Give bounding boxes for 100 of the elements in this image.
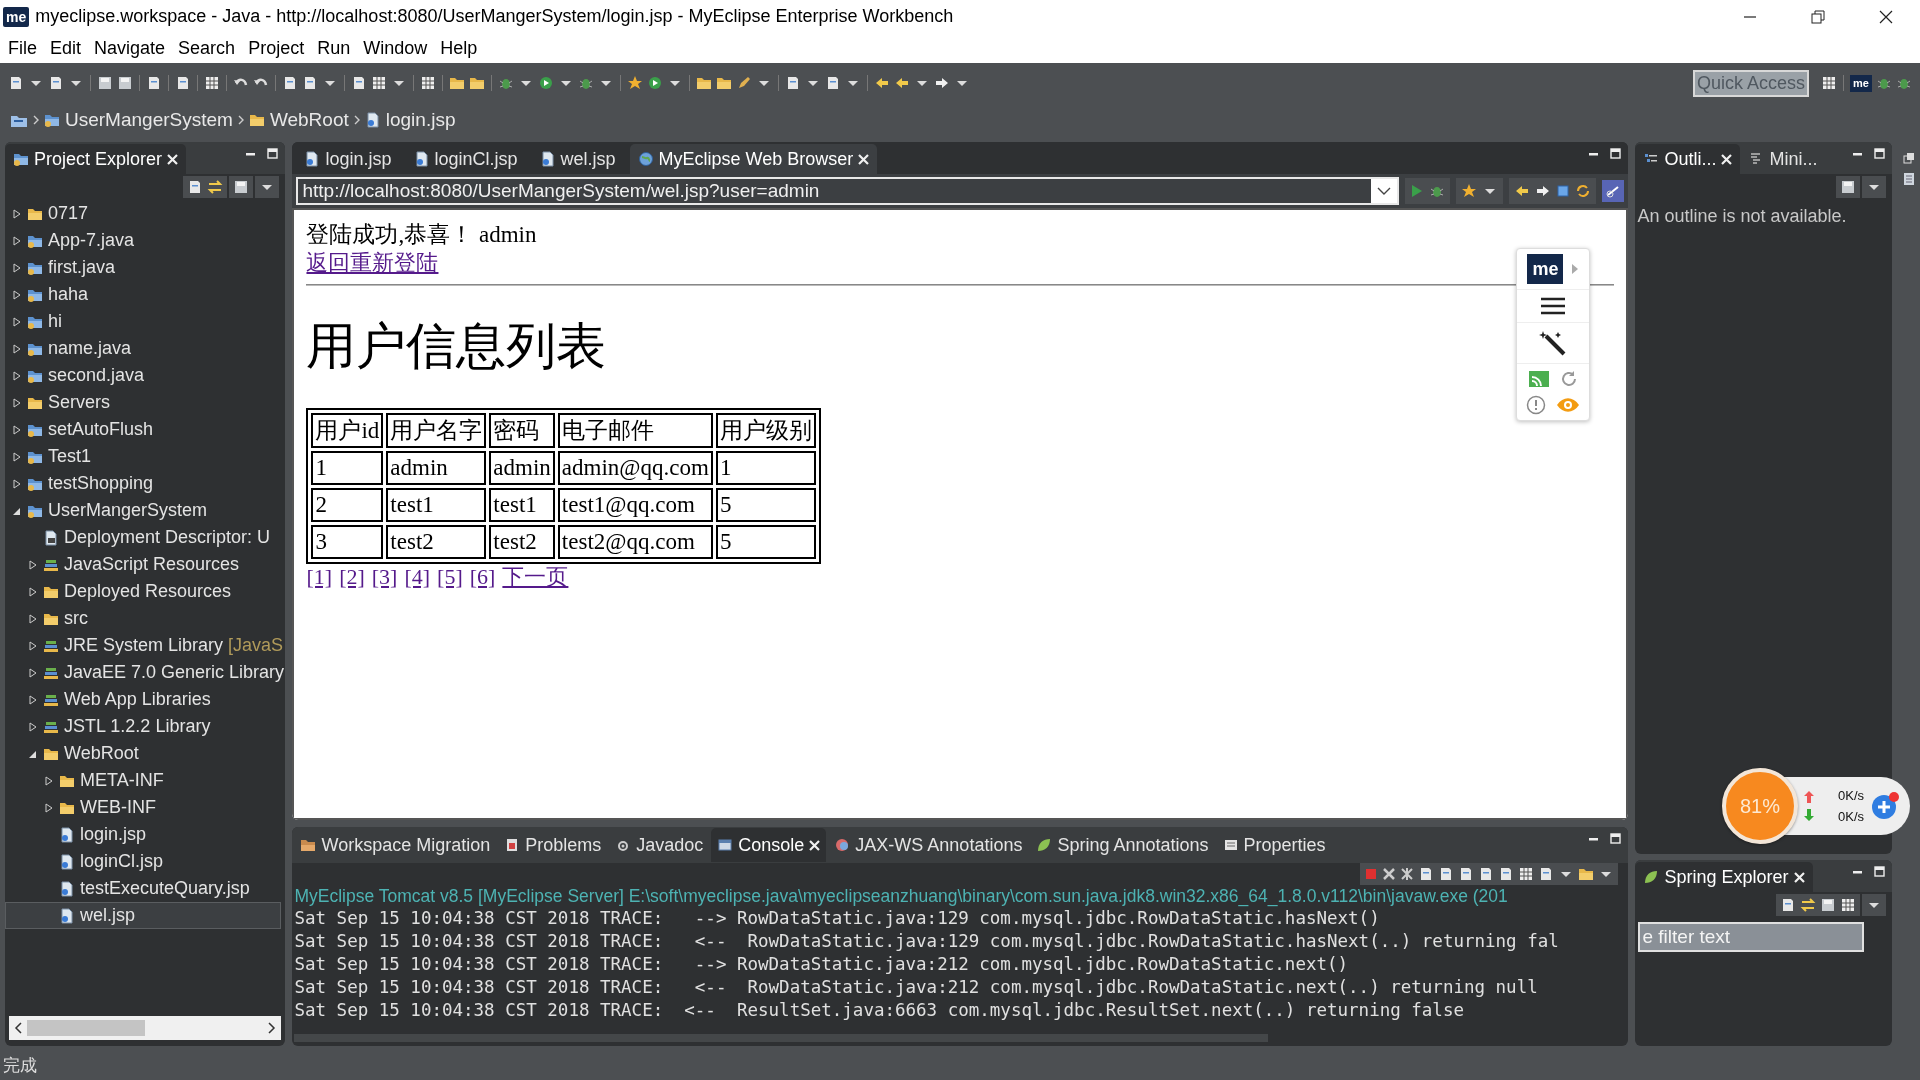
play-icon[interactable] <box>538 75 554 91</box>
page-link[interactable]: 下一页 <box>502 564 569 590</box>
grid-icon[interactable] <box>1821 75 1838 91</box>
document-icon[interactable] <box>785 75 801 91</box>
tab[interactable]: Project Explorer <box>5 144 187 174</box>
menu-item[interactable]: Edit <box>44 37 89 59</box>
tree-item[interactable]: second.java <box>5 362 282 389</box>
scroll-thumb[interactable] <box>27 1020 145 1036</box>
expand-arrow-icon[interactable] <box>44 775 54 786</box>
cast-icon[interactable] <box>1528 369 1551 389</box>
tree-item[interactable]: src <box>5 605 282 632</box>
tree-item[interactable]: UserMangerSystem <box>5 497 282 524</box>
document-icon[interactable] <box>302 75 318 91</box>
dropdown-icon[interactable] <box>1377 186 1392 196</box>
arrow-left-icon[interactable] <box>874 75 890 91</box>
tree-item[interactable]: Deployment Descriptor: U <box>5 524 282 551</box>
tree-item[interactable]: JRE System Library [JavaS <box>5 632 282 659</box>
tree-item[interactable]: Deployed Resources <box>5 578 282 605</box>
scroll-right-icon[interactable] <box>267 1021 278 1035</box>
tree-item[interactable]: JSTL 1.2.2 Library <box>5 713 282 740</box>
scroll-left-icon[interactable] <box>13 1021 23 1035</box>
link-icon[interactable] <box>1602 180 1625 202</box>
arrow-left-icon[interactable] <box>894 75 910 91</box>
expand-arrow-icon[interactable] <box>12 370 22 381</box>
tree-item[interactable]: hi <box>5 308 282 335</box>
folder-icon[interactable] <box>469 75 485 91</box>
tab[interactable]: Outli... <box>1635 144 1741 174</box>
tab[interactable]: Workspace Migration <box>294 828 497 862</box>
menu-item[interactable]: File <box>2 37 44 59</box>
expand-arrow-icon[interactable] <box>28 694 38 705</box>
close-icon[interactable] <box>809 839 821 851</box>
pencil-icon[interactable] <box>736 75 752 91</box>
tab[interactable]: Spring Explorer <box>1635 862 1813 892</box>
tree-item[interactable]: META-INF <box>5 767 282 794</box>
tree-item[interactable]: first.java <box>5 254 282 281</box>
close-icon[interactable] <box>1877 8 1895 25</box>
menu-icon[interactable] <box>1539 295 1568 317</box>
restore-icon[interactable] <box>1809 8 1827 25</box>
outline-icon[interactable] <box>1903 172 1916 186</box>
tab[interactable]: Mini... <box>1740 144 1826 174</box>
expand-arrow-icon[interactable] <box>12 262 22 273</box>
tree-item[interactable]: JavaEE 7.0 Generic Library <box>5 659 282 686</box>
arrow-right-icon[interactable] <box>934 75 950 91</box>
tree-item[interactable]: Web App Libraries <box>5 686 282 713</box>
sync-icon[interactable] <box>207 179 224 195</box>
tree-item[interactable]: testExecuteQuary.jsp <box>5 875 282 902</box>
tree-item[interactable]: name.java <box>5 335 282 362</box>
folder-icon[interactable] <box>449 75 465 91</box>
tree-item[interactable]: setAutoFlush <box>5 416 282 443</box>
expand-arrow-icon[interactable] <box>12 343 22 354</box>
expand-arrow-icon[interactable] <box>12 316 22 327</box>
close-icon[interactable] <box>1793 871 1805 883</box>
remove-all-icon[interactable] <box>1400 867 1415 881</box>
maximize-icon[interactable] <box>1610 148 1623 160</box>
expand-arrow-icon[interactable] <box>12 235 22 246</box>
expand-arrow-icon[interactable] <box>28 613 38 624</box>
breadcrumb-item[interactable]: login.jsp <box>364 109 456 131</box>
page-link[interactable]: [1] <box>306 564 333 590</box>
menu-item[interactable]: Search <box>172 37 243 59</box>
perspective-logo[interactable]: me <box>1850 74 1872 92</box>
breadcrumb-item[interactable]: UserMangerSystem <box>44 109 233 131</box>
menu-item[interactable]: Help <box>434 37 485 59</box>
menu-item[interactable]: Navigate <box>88 37 173 59</box>
expand-arrow-icon[interactable] <box>28 559 38 570</box>
page-link[interactable]: [2] <box>339 564 365 590</box>
document-icon[interactable] <box>175 75 191 91</box>
tree-item[interactable]: App-7.java <box>5 227 282 254</box>
close-icon[interactable] <box>1721 153 1733 165</box>
tab[interactable]: Spring Annotations <box>1030 828 1215 862</box>
star-icon[interactable] <box>1461 183 1478 199</box>
page-link[interactable]: [4] <box>404 564 431 590</box>
folder-icon[interactable] <box>1578 866 1595 882</box>
tab[interactable]: login.jsp <box>296 144 400 174</box>
tab[interactable]: Console <box>711 828 827 862</box>
extension-logo[interactable]: me <box>1527 254 1564 284</box>
expand-arrow-icon[interactable] <box>28 586 38 597</box>
document-icon[interactable] <box>8 75 24 91</box>
document-icon[interactable] <box>282 75 298 91</box>
sync-icon[interactable] <box>1799 897 1816 913</box>
close-icon[interactable] <box>858 153 870 165</box>
tab[interactable]: MyEclipse Web Browser <box>629 144 878 174</box>
grid-icon[interactable] <box>1518 866 1535 882</box>
tab[interactable]: wel.jsp <box>531 144 624 174</box>
plus-icon[interactable] <box>1870 791 1900 821</box>
arrow-left-icon[interactable] <box>1514 183 1531 199</box>
expand-arrow-icon[interactable] <box>12 424 22 435</box>
expand-arrow-icon[interactable] <box>12 451 22 462</box>
maximize-icon[interactable] <box>1873 866 1886 878</box>
expand-arrow-icon[interactable] <box>12 289 22 300</box>
filter-field[interactable]: e filter text <box>1638 922 1865 952</box>
grid-icon[interactable] <box>204 75 220 91</box>
document-icon[interactable] <box>351 75 367 91</box>
expand-arrow-icon[interactable] <box>28 640 38 651</box>
grid-icon[interactable] <box>1839 897 1856 913</box>
page-link[interactable]: [3] <box>371 564 398 590</box>
restore-icon[interactable] <box>1903 152 1916 164</box>
document-icon[interactable] <box>146 75 162 91</box>
tree-item[interactable]: JavaScript Resources <box>5 551 282 578</box>
tree-item[interactable]: testShopping <box>5 470 282 497</box>
expand-arrow-icon[interactable] <box>12 478 22 489</box>
